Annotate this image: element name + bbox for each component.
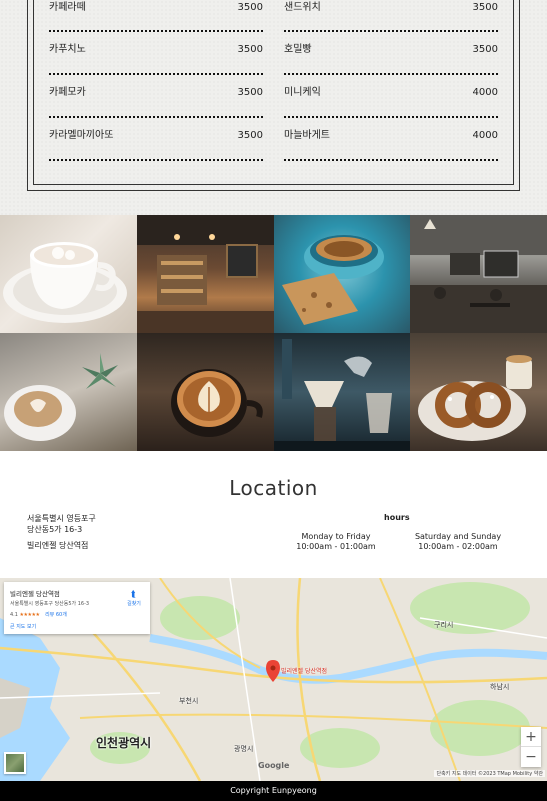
map-attribution[interactable]: 단축키 지도 데이터 ©2023 TMap Mobility 약관 — [434, 770, 545, 777]
zoom-control: + − — [521, 727, 541, 767]
place-name: 빌리엔젤 당산역점 — [27, 541, 89, 550]
rating-value: 4.1 — [10, 612, 18, 618]
cafe-hall-photo — [410, 215, 547, 333]
menu-item-price: 3500 — [237, 2, 263, 13]
menu-item-price: 3500 — [472, 44, 498, 55]
place-card-title: 빌리엔젤 당산역점 — [10, 590, 60, 598]
menu-section: 카페라떼 3500 카푸치노 3500 카페모카 3500 카라멜마끼아또 35… — [0, 0, 547, 215]
menu-item: 호밀빵 3500 — [284, 32, 498, 75]
star-rating-icon: ★★★★★ — [19, 612, 40, 618]
latte-art-cup-photo — [137, 333, 274, 451]
menu-item-name: 미니케익 — [284, 87, 321, 98]
map-pin-label[interactable]: 빌리엔젤 당산역점 — [281, 666, 327, 675]
menu-item: 샌드위치 3500 — [284, 0, 498, 32]
city-label: 인천광역시 — [96, 736, 152, 750]
menu-item-price: 4000 — [472, 130, 498, 141]
photo-gallery — [0, 215, 547, 451]
weekday-hours: Monday to Friday 10:00am - 01:00am — [296, 532, 376, 552]
embedded-map[interactable]: 구리시 하남시 부천시 광명시 인천광역시 빌리엔젤 당산역점 빌리엔젤 당산역… — [0, 578, 547, 781]
google-logo: Google — [258, 761, 290, 770]
menu-item-name: 샌드위치 — [284, 2, 321, 13]
pour-over-coffee-photo — [274, 333, 410, 451]
address: 서울특별시 영등포구 당산동5가 16-3 — [27, 513, 96, 535]
menu-column-food: 샌드위치 3500 호밀빵 3500 미니케익 4000 마늘바게트 4000 — [284, 0, 498, 161]
menu-item: 마늘바게트 4000 — [284, 118, 498, 161]
directions-icon: ⮬ — [131, 590, 137, 600]
menu-item-name: 카푸치노 — [49, 44, 86, 55]
menu-item-name: 카라멜마끼아또 — [49, 130, 114, 141]
satellite-toggle-button[interactable] — [4, 752, 26, 774]
directions-button[interactable]: ⮬ 길찾기 — [122, 590, 146, 607]
address-line-1: 서울특별시 영등포구 — [27, 514, 96, 523]
menu-item: 카푸치노 3500 — [49, 32, 263, 75]
menu-item-price: 3500 — [237, 87, 263, 98]
weekend-hours: Saturday and Sunday 10:00am - 02:00am — [414, 532, 502, 552]
menu-item-name: 카페모카 — [49, 87, 86, 98]
latte-art-succulent-photo — [0, 333, 137, 451]
menu-item-price: 3500 — [237, 44, 263, 55]
weekend-time: 10:00am - 02:00am — [418, 542, 498, 551]
cafe-interior-photo — [137, 215, 274, 333]
menu-item: 카페모카 3500 — [49, 75, 263, 118]
weekday-label: Monday to Friday — [301, 532, 371, 541]
menu-item-price: 3500 — [237, 130, 263, 141]
menu-item: 카페라떼 3500 — [49, 0, 263, 32]
coffee-and-biscotti-photo — [274, 215, 410, 333]
pretzel-and-coffee-photo — [410, 333, 547, 451]
copyright-text: Copyright Eunpyeong — [230, 786, 317, 795]
menu-item-name: 마늘바게트 — [284, 130, 330, 141]
city-label: 하남시 — [490, 683, 510, 691]
zoom-in-button[interactable]: + — [521, 727, 541, 747]
weekday-time: 10:00am - 01:00am — [296, 542, 376, 551]
city-label: 부천시 — [179, 697, 199, 705]
footer: Copyright Eunpyeong — [0, 781, 547, 801]
menu-item-name: 카페라떼 — [49, 2, 86, 13]
menu-column-drinks: 카페라떼 3500 카푸치노 3500 카페모카 3500 카라멜마끼아또 35… — [49, 0, 263, 161]
directions-label: 길찾기 — [127, 601, 141, 607]
menu-item: 미니케익 4000 — [284, 75, 498, 118]
menu-item-price: 3500 — [472, 2, 498, 13]
view-larger-map-link[interactable]: 큰 지도 보기 — [10, 623, 36, 630]
address-line-2: 당산동5가 16-3 — [27, 525, 83, 534]
cappuccino-cup-photo — [0, 215, 137, 333]
place-card-address: 서울특별시 영등포구 당산동5가 16-3 — [10, 601, 90, 607]
place-info-card: 빌리엔젤 당산역점 서울특별시 영등포구 당산동5가 16-3 4.1 ★★★★… — [4, 582, 150, 634]
location-title: Location — [229, 476, 318, 500]
hours-label: hours — [384, 513, 410, 522]
menu-item-price: 4000 — [472, 87, 498, 98]
menu-item: 카라멜마끼아또 3500 — [49, 118, 263, 161]
city-label: 광명시 — [234, 745, 254, 753]
reviews-link[interactable]: 리뷰 60개 — [45, 612, 67, 618]
menu-item-name: 호밀빵 — [284, 44, 312, 55]
weekend-label: Saturday and Sunday — [414, 532, 502, 541]
place-rating: 4.1 ★★★★★ 리뷰 60개 — [10, 611, 67, 618]
city-label: 구리시 — [434, 621, 454, 629]
zoom-out-button[interactable]: − — [521, 747, 541, 767]
